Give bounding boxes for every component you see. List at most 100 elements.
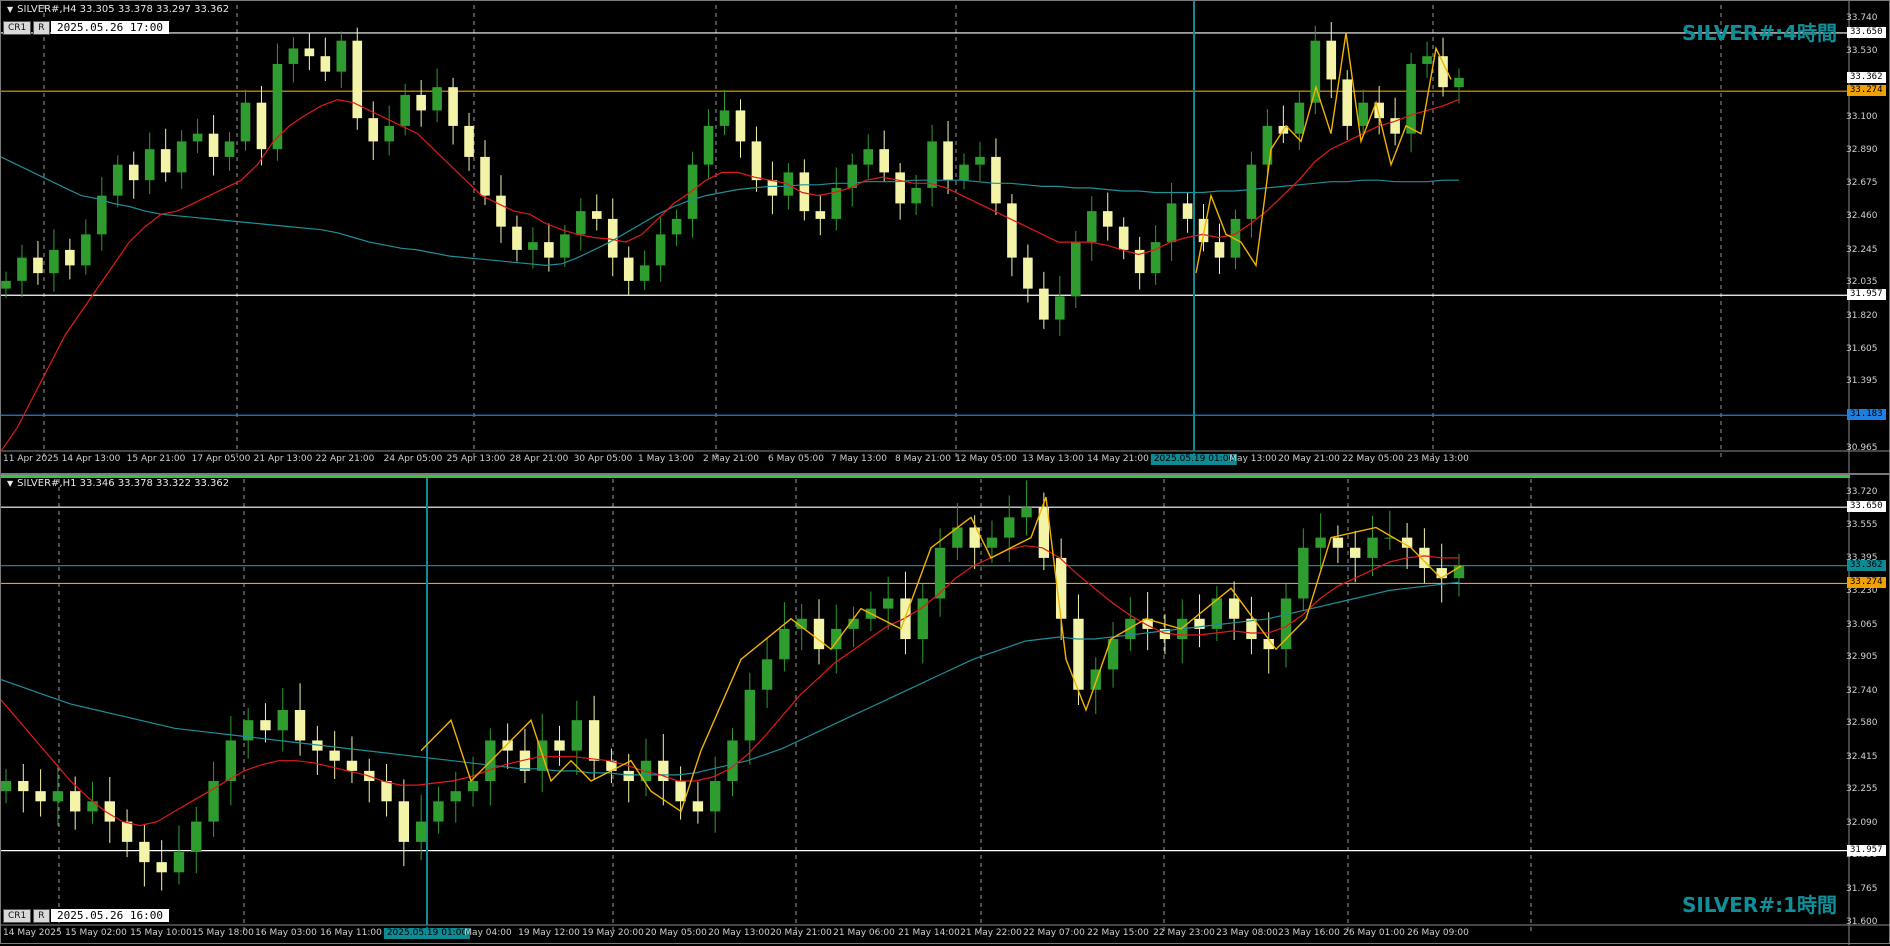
price-tick-label: 32.905 bbox=[1846, 652, 1878, 663]
time-tick-label: 7 May 13:00 bbox=[831, 454, 887, 464]
bearish-candle bbox=[128, 164, 139, 181]
bullish-candle bbox=[81, 234, 91, 266]
time-tick-label: 14 May 21:00 bbox=[1087, 454, 1149, 464]
symbol-ohlc-text: SILVER#,H1 33.346 33.378 33.322 33.362 bbox=[17, 478, 230, 489]
bullish-candle bbox=[191, 821, 202, 853]
price-tag: 31.183 bbox=[1847, 409, 1886, 421]
bullish-candle bbox=[87, 801, 98, 812]
cr1-button[interactable]: CR1 bbox=[3, 21, 32, 35]
bullish-candle bbox=[272, 63, 283, 150]
bullish-candle bbox=[288, 48, 299, 64]
time-tick-label: 28 Apr 21:00 bbox=[509, 454, 569, 464]
bearish-candle bbox=[1118, 226, 1129, 250]
moving-average-slow bbox=[1, 156, 1459, 267]
bullish-candle bbox=[761, 659, 773, 690]
bearish-candle bbox=[208, 133, 219, 157]
bullish-candle bbox=[17, 257, 27, 281]
r-button[interactable]: R bbox=[33, 21, 50, 35]
price-tick-label: 32.890 bbox=[1846, 144, 1878, 155]
collapse-triangle-icon[interactable]: ▼ bbox=[7, 479, 13, 488]
price-tick-label: 32.675 bbox=[1846, 178, 1878, 189]
trade-buttons-h4: CR1 R bbox=[3, 21, 50, 35]
bullish-candle bbox=[112, 164, 123, 196]
bullish-candle bbox=[400, 94, 410, 126]
bearish-candle bbox=[751, 141, 762, 181]
bearish-candle bbox=[320, 56, 331, 72]
price-tick-label: 31.765 bbox=[1846, 883, 1878, 894]
time-tick-label: 22 May 07:00 bbox=[1023, 928, 1085, 938]
bullish-candle bbox=[144, 149, 155, 181]
price-tick-label: 32.035 bbox=[1846, 277, 1878, 288]
price-tag: 33.650 bbox=[1847, 501, 1886, 513]
bullish-candle bbox=[934, 547, 946, 599]
chart-pane-h4[interactable]: ▼ SILVER#,H4 33.305 33.378 33.297 33.362 … bbox=[0, 0, 1890, 475]
bullish-candle bbox=[779, 628, 790, 660]
crosshair-time-label: 2025.05.19 01:00 bbox=[383, 928, 471, 939]
bullish-candle bbox=[1086, 211, 1097, 243]
price-tick-label: 32.090 bbox=[1846, 817, 1878, 828]
crosshair-time-label: 2025.05.19 01:00 bbox=[1150, 454, 1238, 465]
trade-buttons-h1: CR1 R bbox=[3, 909, 50, 923]
r-button[interactable]: R bbox=[33, 909, 50, 923]
time-tick-label: 15 May 10:00 bbox=[130, 928, 192, 938]
bearish-candle bbox=[943, 141, 953, 181]
bearish-candle bbox=[1039, 288, 1049, 320]
price-tick-label: 32.460 bbox=[1846, 211, 1878, 222]
bullish-candle bbox=[687, 164, 698, 219]
price-tick-label: 31.600 bbox=[1846, 917, 1878, 927]
time-tick-label: 22 Apr 21:00 bbox=[315, 454, 375, 464]
bearish-candle bbox=[65, 249, 75, 266]
chart-title-h1: SILVER#:1時間 bbox=[1681, 893, 1837, 917]
time-tick-label: 12 May 05:00 bbox=[955, 454, 1017, 464]
time-tick-label: 26 May 01:00 bbox=[1343, 928, 1405, 938]
time-tick-label: 21 Apr 13:00 bbox=[253, 454, 313, 464]
bullish-candle bbox=[1071, 242, 1081, 297]
price-tick-label: 33.100 bbox=[1846, 112, 1878, 123]
bearish-candle bbox=[294, 710, 306, 741]
bullish-candle bbox=[467, 781, 479, 792]
bearish-candle bbox=[35, 791, 46, 802]
time-tick-label: 15 Apr 21:00 bbox=[126, 454, 186, 464]
timestamp-h1: 2025.05.26 16:00 bbox=[51, 909, 169, 922]
time-tick-label: 20 May 05:00 bbox=[645, 928, 707, 938]
bearish-candle bbox=[1214, 242, 1225, 258]
bearish-candle bbox=[464, 125, 474, 157]
price-tag: 33.650 bbox=[1847, 26, 1886, 38]
chart-canvas-h1[interactable] bbox=[1, 475, 1890, 945]
bullish-candle bbox=[1246, 164, 1257, 219]
bearish-candle bbox=[675, 781, 686, 802]
bearish-candle bbox=[256, 102, 267, 150]
bullish-candle bbox=[1, 280, 11, 289]
bullish-candle bbox=[1422, 56, 1432, 64]
bullish-candle bbox=[450, 791, 461, 802]
bullish-candle bbox=[49, 249, 59, 274]
price-tag: 31.957 bbox=[1847, 289, 1886, 301]
bullish-candle bbox=[1166, 203, 1177, 243]
moving-average-fast bbox=[1, 98, 1460, 452]
bearish-candle bbox=[767, 180, 778, 196]
bullish-candle bbox=[1358, 102, 1368, 126]
bearish-candle bbox=[512, 226, 522, 250]
bullish-candle bbox=[1004, 517, 1015, 538]
price-tag: 33.362 bbox=[1847, 71, 1886, 83]
time-tick-label: 24 Apr 05:00 bbox=[383, 454, 443, 464]
chart-pane-h1[interactable]: ▼ SILVER#,H1 33.346 33.378 33.322 33.362 … bbox=[0, 474, 1890, 945]
collapse-triangle-icon[interactable]: ▼ bbox=[7, 5, 13, 14]
price-tag: 31.957 bbox=[1847, 844, 1886, 856]
active-pane-indicator bbox=[1, 475, 1850, 478]
time-tick-label: 21 May 06:00 bbox=[833, 928, 895, 938]
bearish-candle bbox=[33, 257, 43, 274]
price-tick-label: 32.415 bbox=[1846, 751, 1878, 762]
price-tick-label: 31.395 bbox=[1846, 376, 1878, 387]
bullish-candle bbox=[277, 710, 288, 731]
bullish-candle bbox=[639, 265, 650, 281]
bearish-candle bbox=[368, 118, 379, 142]
cr1-button[interactable]: CR1 bbox=[3, 909, 32, 923]
bearish-candle bbox=[623, 770, 634, 782]
bullish-candle bbox=[433, 801, 444, 822]
bullish-candle bbox=[882, 598, 894, 609]
timestamp-h4: 2025.05.26 17:00 bbox=[51, 21, 169, 34]
chart-canvas-h4[interactable] bbox=[1, 1, 1890, 475]
bearish-candle bbox=[480, 156, 490, 196]
bearish-candle bbox=[1342, 79, 1353, 126]
